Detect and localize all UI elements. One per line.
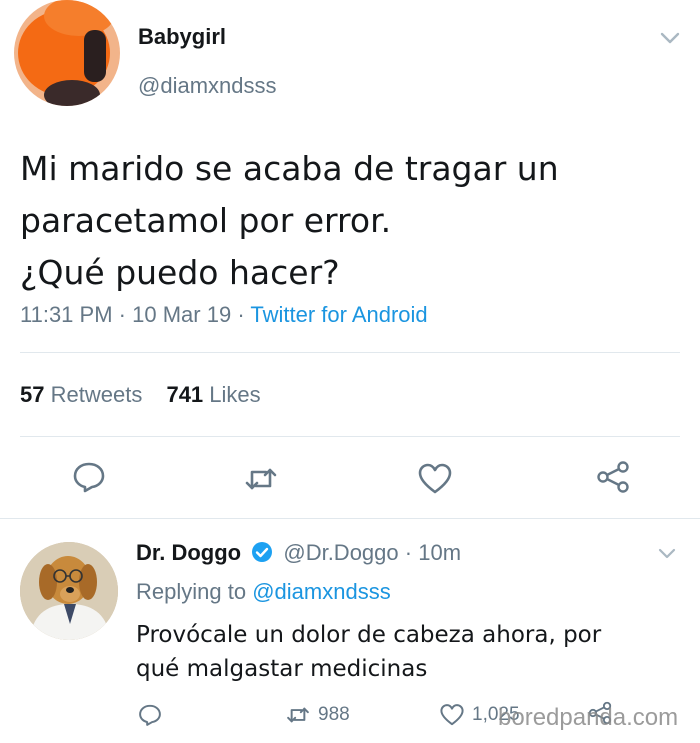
reply-text-line: Provócale un dolor de cabeza ahora, por (136, 622, 602, 648)
retweet-icon (287, 707, 309, 723)
reply-author-avatar[interactable] (20, 542, 118, 640)
retweets-label: Retweets (50, 382, 143, 407)
reply-button[interactable] (72, 460, 106, 494)
tweet-date[interactable]: 10 Mar 19 (132, 302, 231, 327)
tweet-text-line: Mi marido se acaba de tragar un (20, 149, 559, 188)
retweet-icon (245, 468, 277, 490)
like-button[interactable] (418, 462, 452, 496)
tweet-text: Mi marido se acaba de tragar un paraceta… (20, 143, 680, 299)
reply-author-handle[interactable]: @Dr.Doggo (283, 540, 398, 565)
tweet-source-link[interactable]: Twitter for Android (250, 302, 427, 327)
share-button[interactable] (596, 460, 630, 494)
reply-reply-button[interactable] (138, 702, 170, 728)
reply-author-name[interactable]: Dr. Doggo (136, 540, 241, 565)
dog-doctor-photo (20, 542, 118, 640)
meta-separator: · (237, 302, 245, 327)
share-icon (597, 461, 629, 493)
replying-to-label: Replying to (136, 579, 247, 604)
author-handle[interactable]: @diamxndsss (138, 73, 277, 99)
heart-icon (418, 463, 452, 494)
divider (20, 352, 680, 353)
replying-to: Replying to @diamxndsss (136, 579, 391, 605)
chevron-down-icon[interactable] (658, 28, 682, 48)
divider (0, 518, 700, 519)
chevron-down-icon[interactable] (656, 545, 678, 563)
reply-text: Provócale un dolor de cabeza ahora, por … (136, 618, 676, 686)
reply-icon (73, 462, 105, 493)
meta-separator: · (118, 302, 126, 327)
reply-header: Dr. Doggo @Dr.Doggo · 10m (136, 540, 461, 566)
watermark: boredpanda.com (498, 704, 679, 731)
author-avatar[interactable] (14, 0, 120, 106)
divider (20, 436, 680, 437)
retweet-button[interactable] (244, 462, 278, 496)
replying-to-mention[interactable]: @diamxndsss (252, 579, 391, 604)
reply-retweet-button[interactable]: 988 (286, 702, 350, 728)
likes-stat[interactable]: 741 Likes (166, 382, 260, 407)
retweets-stat[interactable]: 57 Retweets (20, 382, 142, 407)
heart-icon (440, 704, 464, 726)
reply-text-line: qué malgastar medicinas (136, 656, 428, 682)
reply-time[interactable]: 10m (418, 540, 461, 565)
tweet-time[interactable]: 11:31 PM (20, 302, 113, 327)
likes-label: Likes (209, 382, 261, 407)
author-name[interactable]: Babygirl (138, 24, 226, 50)
tweet-text-line: ¿Qué puedo hacer? (20, 253, 340, 292)
likes-count: 741 (166, 382, 204, 407)
tweet-stats: 57 Retweets 741 Likes (20, 382, 261, 408)
meta-separator: · (404, 540, 413, 565)
retweets-count: 57 (20, 382, 45, 407)
verified-badge-icon (252, 542, 273, 562)
reply-icon (139, 704, 161, 726)
tweet-text-line: paracetamol por error. (20, 201, 392, 240)
tweet-meta: 11:31 PM · 10 Mar 19 · Twitter for Andro… (20, 302, 428, 328)
reply-retweets-count: 988 (318, 704, 350, 725)
